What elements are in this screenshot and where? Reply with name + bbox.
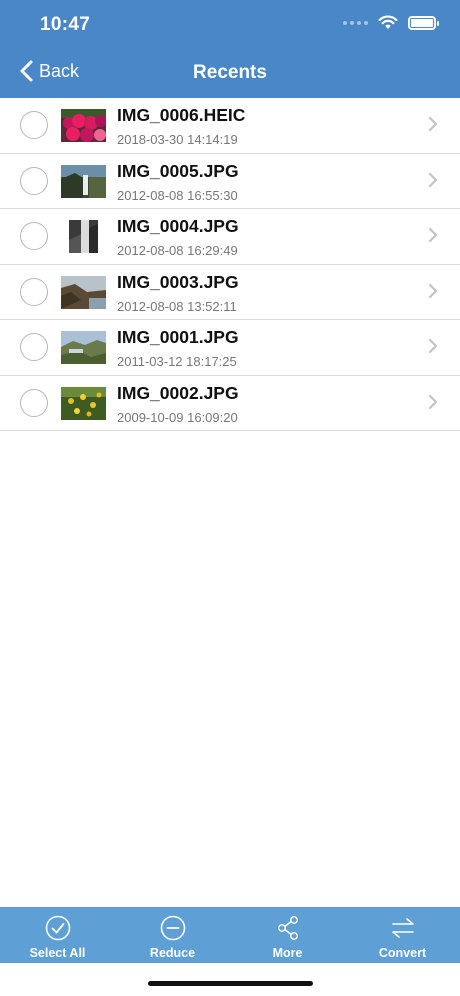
minus-circle-icon <box>160 915 185 941</box>
cellular-signal-icon <box>343 20 368 25</box>
status-icons <box>343 15 439 30</box>
file-name: IMG_0002.JPG <box>117 382 239 403</box>
file-name: IMG_0003.JPG <box>117 271 239 292</box>
select-radio[interactable] <box>20 277 48 306</box>
navigation-bar: 10:47 Back Recents <box>0 0 460 98</box>
file-row[interactable]: IMG_0005.JPG 2012-08-08 16:55:30 <box>0 154 460 209</box>
page-title: Recents <box>193 62 267 83</box>
select-all-label: Select All <box>29 946 86 960</box>
chevron-right-icon <box>428 338 438 354</box>
thumbnail-image <box>69 220 98 253</box>
chevron-right-icon <box>428 227 438 243</box>
file-name: IMG_0005.JPG <box>117 160 239 181</box>
wifi-icon <box>378 15 398 29</box>
file-row[interactable]: IMG_0003.JPG 2012-08-08 13:52:11 <box>0 265 460 320</box>
select-radio[interactable] <box>20 222 48 250</box>
convert-label: Convert <box>378 946 427 960</box>
select-radio[interactable] <box>20 166 48 195</box>
select-radio[interactable] <box>20 388 48 417</box>
file-row[interactable]: IMG_0004.JPG 2012-08-08 16:29:49 <box>0 209 460 265</box>
bottom-toolbar: Select All Reduce More Convert <box>0 907 460 963</box>
thumbnail-image <box>61 275 106 309</box>
file-name: IMG_0004.JPG <box>117 216 239 236</box>
select-radio[interactable] <box>20 111 48 139</box>
select-radio[interactable] <box>20 333 48 361</box>
status-time: 10:47 <box>40 14 91 35</box>
file-name: IMG_0001.JPG <box>117 327 239 347</box>
battery-icon <box>408 15 439 30</box>
thumbnail-image <box>61 386 106 420</box>
select-all-button[interactable]: Select All <box>0 907 115 963</box>
file-name: IMG_0006.HEIC <box>117 105 246 125</box>
thumbnail-image <box>61 164 106 198</box>
file-date: 2011-03-12 18:17:25 <box>117 354 237 369</box>
file-row[interactable]: IMG_0002.JPG 2009-10-09 16:09:20 <box>0 376 460 431</box>
chevron-right-icon <box>428 283 438 298</box>
chevron-right-icon <box>428 116 438 132</box>
chevron-right-icon <box>428 394 438 409</box>
home-indicator[interactable] <box>148 981 313 986</box>
file-row[interactable]: IMG_0006.HEIC 2018-03-30 14:14:19 <box>0 98 460 154</box>
file-date: 2009-10-09 16:09:20 <box>117 409 238 425</box>
chevron-right-icon <box>428 172 438 187</box>
convert-button[interactable]: Convert <box>345 907 460 963</box>
file-date: 2012-08-08 16:29:49 <box>117 243 238 258</box>
more-button[interactable]: More <box>230 907 345 963</box>
file-list: IMG_0006.HEIC 2018-03-30 14:14:19 IMG_00… <box>0 98 460 431</box>
more-label: More <box>272 946 303 960</box>
check-circle-icon <box>45 915 70 941</box>
reduce-label: Reduce <box>149 946 196 960</box>
share-icon <box>277 916 298 940</box>
thumbnail-image <box>61 331 106 364</box>
swap-arrows-icon <box>391 918 414 938</box>
reduce-button[interactable]: Reduce <box>115 907 230 963</box>
file-row[interactable]: IMG_0001.JPG 2011-03-12 18:17:25 <box>0 320 460 376</box>
file-date: 2012-08-08 16:55:30 <box>117 187 238 203</box>
file-date: 2012-08-08 13:52:11 <box>117 298 237 314</box>
file-date: 2018-03-30 14:14:19 <box>117 132 238 147</box>
thumbnail-image <box>61 109 106 142</box>
